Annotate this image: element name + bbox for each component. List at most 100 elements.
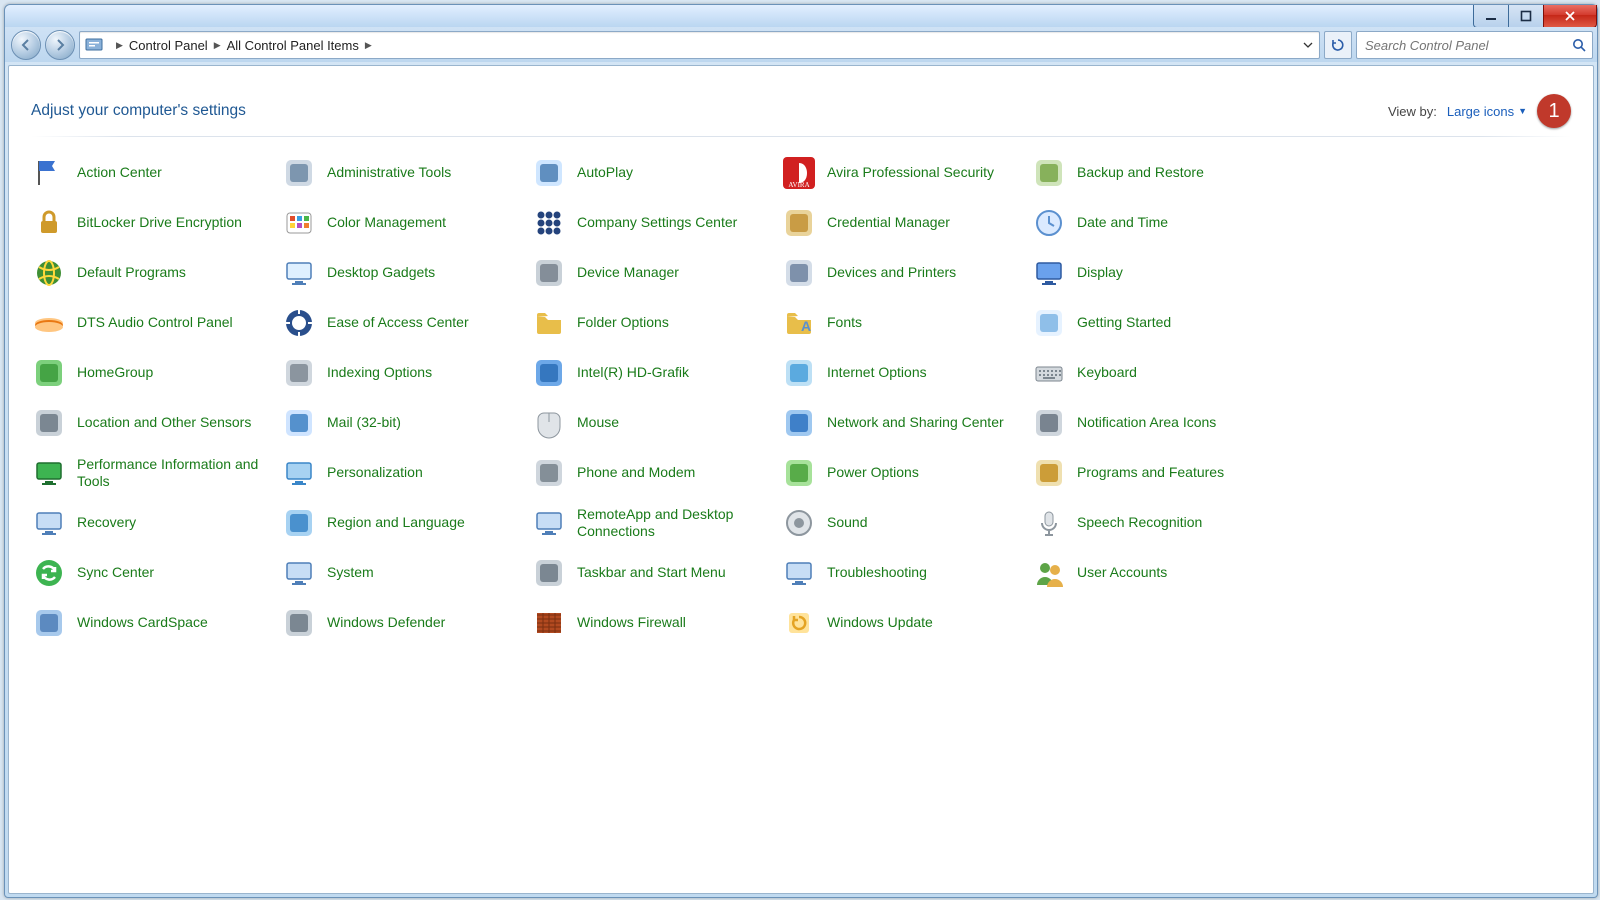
cp-item-display[interactable]: Display [1031, 255, 1279, 291]
minimize-button[interactable] [1473, 5, 1509, 28]
cp-item-programs-and-features[interactable]: Programs and Features [1031, 455, 1279, 491]
cp-item-label: AutoPlay [577, 164, 633, 182]
maximize-button[interactable] [1508, 5, 1544, 28]
address-bar[interactable]: ▶ Control Panel ▶ All Control Panel Item… [79, 31, 1320, 59]
search-input[interactable] [1357, 37, 1566, 54]
search-icon[interactable] [1566, 37, 1592, 53]
cp-item-system[interactable]: System [281, 555, 529, 591]
cp-item-power-options[interactable]: Power Options [781, 455, 1029, 491]
cp-item-date-and-time[interactable]: Date and Time [1031, 205, 1279, 241]
cp-item-devices-and-printers[interactable]: Devices and Printers [781, 255, 1029, 291]
globe-icon [31, 255, 67, 291]
cp-item-internet-options[interactable]: Internet Options [781, 355, 1029, 391]
cp-item-label: Location and Other Sensors [77, 414, 251, 432]
cp-item-windows-firewall[interactable]: Windows Firewall [531, 605, 779, 641]
cp-item-label: Speech Recognition [1077, 514, 1202, 532]
cp-item-location-and-other-sensors[interactable]: Location and Other Sensors [31, 405, 279, 441]
mouse-icon [531, 405, 567, 441]
cp-item-notification-area-icons[interactable]: Notification Area Icons [1031, 405, 1279, 441]
cp-item-phone-and-modem[interactable]: Phone and Modem [531, 455, 779, 491]
dts-icon [31, 305, 67, 341]
view-by-selector[interactable]: Large icons ▼ [1447, 104, 1527, 119]
cp-item-color-management[interactable]: Color Management [281, 205, 529, 241]
chevron-right-icon: ▶ [116, 40, 123, 51]
cp-item-label: Mouse [577, 414, 619, 432]
cp-item-label: Devices and Printers [827, 264, 956, 282]
view-by: View by: Large icons ▼ 1 [1388, 94, 1571, 128]
perf-icon [31, 455, 67, 491]
recover-icon [31, 505, 67, 541]
cp-item-backup-and-restore[interactable]: Backup and Restore [1031, 155, 1279, 191]
address-dropdown[interactable] [1297, 32, 1319, 58]
minimize-icon [1485, 10, 1497, 22]
cp-item-label: Desktop Gadgets [327, 264, 435, 282]
cp-item-avira-professional-security[interactable]: AVIRAAvira Professional Security [781, 155, 1029, 191]
breadcrumb-sub[interactable]: All Control Panel Items [227, 38, 359, 53]
cp-item-administrative-tools[interactable]: Administrative Tools [281, 155, 529, 191]
cp-item-label: Ease of Access Center [327, 314, 469, 332]
breadcrumb[interactable]: ▶ Control Panel ▶ All Control Panel Item… [104, 38, 384, 53]
media-icon [531, 155, 567, 191]
annotation-marker-1: 1 [1537, 94, 1571, 128]
cp-item-mouse[interactable]: Mouse [531, 405, 779, 441]
cp-item-remoteapp-and-desktop-connections[interactable]: RemoteApp and Desktop Connections [531, 505, 779, 541]
cp-item-region-and-language[interactable]: Region and Language [281, 505, 529, 541]
cp-item-ease-of-access-center[interactable]: Ease of Access Center [281, 305, 529, 341]
cp-item-device-manager[interactable]: Device Manager [531, 255, 779, 291]
cp-item-taskbar-and-start-menu[interactable]: Taskbar and Start Menu [531, 555, 779, 591]
printer-icon [781, 255, 817, 291]
cp-item-intel-r-hd-grafik[interactable]: Intel(R) HD-Grafik [531, 355, 779, 391]
monitor-icon [281, 255, 317, 291]
cp-item-autoplay[interactable]: AutoPlay [531, 155, 779, 191]
cp-item-fonts[interactable]: AFonts [781, 305, 1029, 341]
refresh-button[interactable] [1324, 31, 1352, 59]
cp-item-network-and-sharing-center[interactable]: Network and Sharing Center [781, 405, 1029, 441]
lock-icon [31, 205, 67, 241]
back-button[interactable] [11, 30, 41, 60]
pers-icon [281, 455, 317, 491]
cp-item-user-accounts[interactable]: User Accounts [1031, 555, 1279, 591]
tools-icon [281, 155, 317, 191]
cp-item-speech-recognition[interactable]: Speech Recognition [1031, 505, 1279, 541]
cp-item-homegroup[interactable]: HomeGroup [31, 355, 279, 391]
cp-item-troubleshooting[interactable]: Troubleshooting [781, 555, 1029, 591]
chevron-right-icon: ▶ [214, 40, 221, 51]
arrow-right-icon [53, 38, 67, 52]
control-panel-window: ▶ Control Panel ▶ All Control Panel Item… [4, 4, 1598, 898]
cp-item-sync-center[interactable]: Sync Center [31, 555, 279, 591]
cp-item-windows-defender[interactable]: Windows Defender [281, 605, 529, 641]
cp-item-recovery[interactable]: Recovery [31, 505, 279, 541]
cp-item-action-center[interactable]: Action Center [31, 155, 279, 191]
view-by-label: View by: [1388, 104, 1437, 119]
card-icon [31, 605, 67, 641]
trouble-icon [781, 555, 817, 591]
cp-item-sound[interactable]: Sound [781, 505, 1029, 541]
cp-item-label: Administrative Tools [327, 164, 451, 182]
cp-item-label: Mail (32-bit) [327, 414, 401, 432]
cp-item-label: Keyboard [1077, 364, 1137, 382]
forward-button[interactable] [45, 30, 75, 60]
cp-item-personalization[interactable]: Personalization [281, 455, 529, 491]
divider [31, 136, 1571, 137]
cp-item-mail-32-bit[interactable]: Mail (32-bit) [281, 405, 529, 441]
cp-item-folder-options[interactable]: Folder Options [531, 305, 779, 341]
cp-item-desktop-gadgets[interactable]: Desktop Gadgets [281, 255, 529, 291]
cp-item-indexing-options[interactable]: Indexing Options [281, 355, 529, 391]
speech-icon [1031, 505, 1067, 541]
power-icon [781, 455, 817, 491]
cp-item-bitlocker-drive-encryption[interactable]: BitLocker Drive Encryption [31, 205, 279, 241]
cp-item-default-programs[interactable]: Default Programs [31, 255, 279, 291]
cp-item-windows-cardspace[interactable]: Windows CardSpace [31, 605, 279, 641]
breadcrumb-root[interactable]: Control Panel [129, 38, 208, 53]
cp-item-label: Windows CardSpace [77, 614, 208, 632]
backup-icon [1031, 155, 1067, 191]
cp-item-keyboard[interactable]: Keyboard [1031, 355, 1279, 391]
cp-item-company-settings-center[interactable]: Company Settings Center [531, 205, 779, 241]
search-box[interactable] [1356, 31, 1593, 59]
cp-item-credential-manager[interactable]: Credential Manager [781, 205, 1029, 241]
cp-item-windows-update[interactable]: Windows Update [781, 605, 1029, 641]
cp-item-performance-information-and-tools[interactable]: Performance Information and Tools [31, 455, 279, 491]
cp-item-dts-audio-control-panel[interactable]: DTS Audio Control Panel [31, 305, 279, 341]
cp-item-getting-started[interactable]: Getting Started [1031, 305, 1279, 341]
close-button[interactable] [1543, 5, 1597, 28]
